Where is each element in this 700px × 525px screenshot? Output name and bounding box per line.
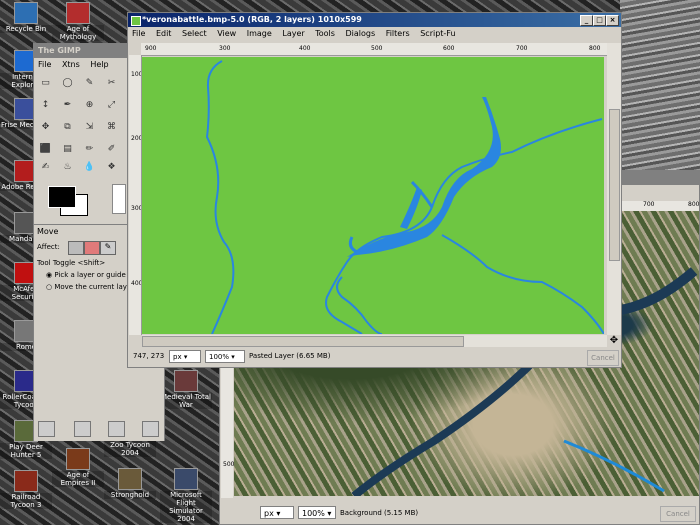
free-select-tool[interactable]: ✎ xyxy=(82,76,97,91)
crop-tool[interactable]: ⧉ xyxy=(60,120,75,135)
foreground-color-swatch[interactable] xyxy=(48,186,76,208)
zoom-select[interactable]: 100% ▾ xyxy=(298,506,336,519)
tool-toggle-label: Tool Toggle <Shift> xyxy=(37,259,106,267)
restore-options-icon[interactable] xyxy=(74,421,91,437)
menu-edit[interactable]: Edit xyxy=(156,29,172,38)
menu-file[interactable]: File xyxy=(38,60,51,69)
menu-help[interactable]: Help xyxy=(90,60,108,69)
horizontal-ruler: 900 300 400 500 600 700 800 xyxy=(141,43,607,56)
window-title: *veronabattle.bmp-5.0 (RGB, 2 layers) 10… xyxy=(142,15,362,24)
pencil-tool[interactable]: ✏ xyxy=(82,142,97,157)
scissors-tool[interactable]: ↕ xyxy=(38,98,53,113)
paintbrush-tool[interactable]: ✐ xyxy=(104,142,119,157)
affect-path-button[interactable]: ✎ xyxy=(100,241,116,255)
menu-script-fu[interactable]: Script-Fu xyxy=(420,29,455,38)
horizontal-scrollbar[interactable] xyxy=(142,335,607,347)
menu-select[interactable]: Select xyxy=(182,29,207,38)
ruler-corner xyxy=(129,43,141,55)
rect-select-tool[interactable]: ▭ xyxy=(38,76,53,91)
affect-layer-button[interactable] xyxy=(68,241,84,255)
affect-selection-button[interactable] xyxy=(84,241,100,255)
toolbox-title: The GIMP xyxy=(38,46,81,55)
close-icon[interactable]: × xyxy=(606,15,619,26)
river-map xyxy=(205,60,604,334)
fuzzy-select-tool[interactable]: ✂ xyxy=(104,76,119,91)
vertical-scrollbar[interactable] xyxy=(607,43,621,335)
path-tool[interactable]: ✒ xyxy=(60,98,75,113)
menu-filters[interactable]: Filters xyxy=(386,29,410,38)
desktop-icon[interactable]: Age of Mythology xyxy=(52,2,104,41)
menu-tools[interactable]: Tools xyxy=(315,29,335,38)
desktop-icon[interactable]: Railroad Tycoon 3 xyxy=(0,470,52,509)
transform-tool[interactable]: ⇲ xyxy=(82,120,97,135)
smudge-tool[interactable]: ❖ xyxy=(104,160,119,175)
status-message: Pasted Layer (6.65 MB) xyxy=(249,352,331,360)
move-tool[interactable]: ✥ xyxy=(38,120,53,135)
menu-view[interactable]: View xyxy=(217,29,236,38)
blur-tool[interactable]: 💧 xyxy=(82,160,97,175)
ellipse-select-tool[interactable]: ◯ xyxy=(60,76,75,91)
blend-tool[interactable]: ▤ xyxy=(60,142,75,157)
zoom-tool[interactable]: ⊕ xyxy=(82,98,97,113)
status-bar: px ▾ 100% ▾ Background (5.15 MB) Cancel xyxy=(220,504,699,524)
radio-move-current[interactable]: ○ Move the current layer xyxy=(46,283,134,291)
pointer-coords: 747, 273 xyxy=(133,352,165,360)
save-options-icon[interactable] xyxy=(38,421,55,437)
scrollbar-thumb[interactable] xyxy=(609,109,620,261)
wallpaper-photo xyxy=(620,0,700,170)
delete-options-icon[interactable] xyxy=(108,421,125,437)
image-menubar: File Edit Select View Image Layer Tools … xyxy=(128,27,621,41)
minimize-icon[interactable]: _ xyxy=(580,15,593,26)
cancel-button[interactable]: Cancel xyxy=(587,350,619,366)
title-bar: *veronabattle.bmp-5.0 (RGB, 2 layers) 10… xyxy=(128,13,621,27)
unit-select[interactable]: px ▾ xyxy=(169,350,201,363)
airbrush-tool[interactable]: ✍ xyxy=(38,160,53,175)
status-message: Background (5.15 MB) xyxy=(340,509,419,517)
game-icon xyxy=(118,468,142,490)
brush-preview[interactable] xyxy=(112,184,126,214)
recycle-bin-icon xyxy=(14,2,38,24)
flip-tool[interactable]: ⌘ xyxy=(104,120,119,135)
unit-select[interactable]: px ▾ xyxy=(260,506,294,519)
image-canvas[interactable] xyxy=(142,57,604,334)
desktop-icon[interactable]: Medieval Total War xyxy=(160,370,212,409)
status-bar: 747, 273 px ▾ 100% ▾ Pasted Layer (6.65 … xyxy=(129,348,620,366)
menu-image[interactable]: Image xyxy=(247,29,272,38)
desktop-icon[interactable]: Microsoft Flight Simulator 2004 xyxy=(160,468,212,523)
menu-file[interactable]: File xyxy=(132,29,145,38)
cancel-button[interactable]: Cancel xyxy=(660,506,696,522)
menu-dialogs[interactable]: Dialogs xyxy=(345,29,375,38)
clone-tool[interactable]: ♨ xyxy=(60,160,75,175)
game-icon xyxy=(174,370,198,392)
vertical-ruler: 100 200 300 400 xyxy=(129,55,142,335)
measure-tool[interactable]: ⤢ xyxy=(104,98,119,113)
zoom-select[interactable]: 100% ▾ xyxy=(205,350,245,363)
affect-label: Affect: xyxy=(37,243,60,251)
navigate-icon[interactable]: ✥ xyxy=(607,335,621,347)
game-icon xyxy=(66,448,90,470)
menu-layer[interactable]: Layer xyxy=(282,29,304,38)
image-window[interactable]: *veronabattle.bmp-5.0 (RGB, 2 layers) 10… xyxy=(127,12,622,368)
desktop-icon[interactable]: Age of Empires II xyxy=(52,448,104,487)
game-icon xyxy=(66,2,90,24)
desktop-icon[interactable]: Recycle Bin xyxy=(0,2,52,33)
reset-options-icon[interactable] xyxy=(142,421,159,437)
desktop-icon[interactable]: Stronghold xyxy=(104,468,156,499)
scrollbar-thumb[interactable] xyxy=(142,336,464,347)
menu-xtns[interactable]: Xtns xyxy=(62,60,80,69)
game-icon xyxy=(14,470,38,492)
radio-pick-layer[interactable]: ◉ Pick a layer or guide xyxy=(46,271,126,279)
bucket-fill-tool[interactable]: ⬛ xyxy=(38,142,53,157)
game-icon xyxy=(174,468,198,490)
image-thumbnail-icon xyxy=(131,16,141,26)
maximize-icon[interactable]: □ xyxy=(593,15,606,26)
